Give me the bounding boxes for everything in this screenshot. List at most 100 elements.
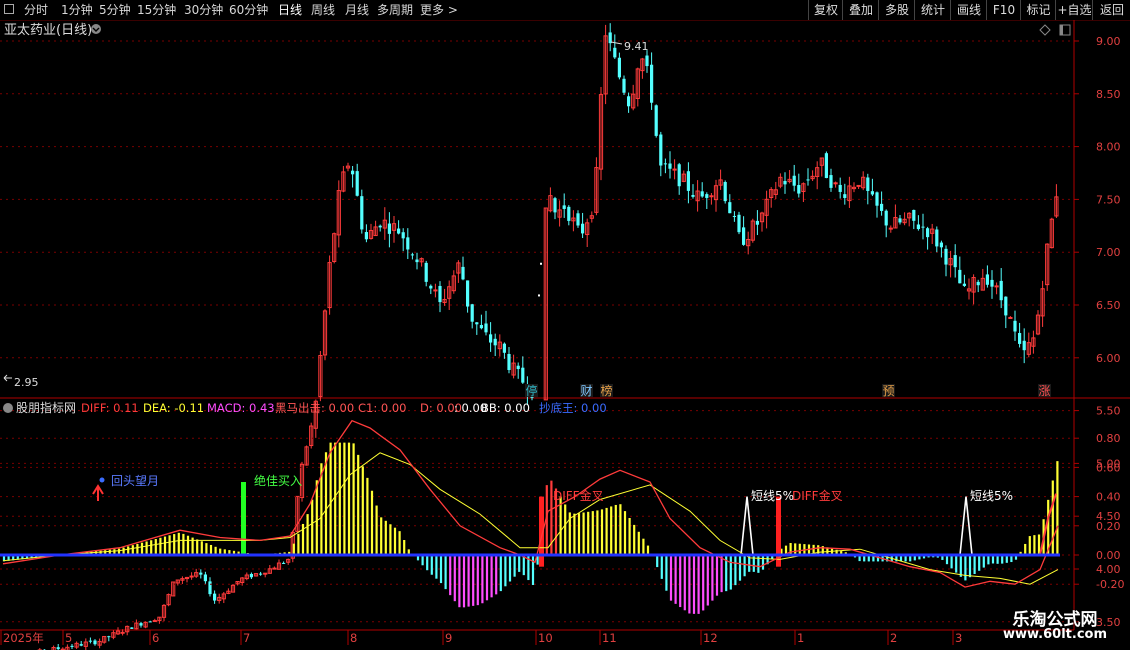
high-arrow-icon [610, 41, 623, 45]
title-dropdown-icon[interactable] [91, 24, 101, 34]
candle-body-down [613, 47, 617, 58]
candle-body-down [489, 334, 493, 343]
candle-body-down [401, 232, 405, 239]
period-tab-1[interactable]: 1分钟 [61, 0, 93, 20]
candle-body-up [672, 168, 677, 171]
toolbar-button-2[interactable]: 多股 [878, 0, 915, 20]
period-tab-10[interactable]: 更多 > [420, 0, 458, 20]
indicator-tick-label: 0.00 [1096, 549, 1121, 562]
candle-body-up [888, 227, 893, 230]
candle-body-down [521, 367, 525, 383]
period-tab-0[interactable]: 分时 [24, 0, 48, 20]
candle-body-down [406, 237, 410, 250]
indicator-tick-label: 0.80 [1096, 432, 1121, 445]
indicator-legend-item-7: BB: 0.00 [481, 401, 530, 415]
candle-body-down [742, 227, 746, 245]
candle-body-down [617, 57, 621, 78]
candle-body-down [870, 191, 874, 195]
candle-body-down [732, 215, 736, 217]
candle-body-down [650, 64, 654, 103]
candle-body-down [79, 644, 83, 646]
toolbar-button-4[interactable]: 画线 [950, 0, 987, 20]
candle-body-down [953, 255, 957, 268]
candle-body-up [263, 572, 268, 575]
date-label-6: 10 [538, 631, 553, 645]
toolbar-button-0[interactable]: 复权 [808, 0, 843, 20]
toolbar-button-6[interactable]: 标记 [1020, 0, 1056, 20]
period-tab-6[interactable]: 日线 [278, 0, 302, 20]
candle-body-down [944, 248, 948, 265]
settings-diamond-icon[interactable] [1039, 24, 1051, 36]
period-tab-4[interactable]: 30分钟 [184, 0, 223, 20]
toolbar-button-1[interactable]: 叠加 [842, 0, 879, 20]
kline-chart: 亚太药业(日线) 9.00 8.50 8.00 7.50 7.00 6.50 6.00 5.5… [0, 20, 1130, 650]
candle-body-down [507, 353, 511, 370]
candle-body-down [645, 55, 649, 67]
candle-body-down [884, 210, 888, 226]
price-tick-label: 6.00 [1096, 352, 1121, 365]
period-tab-5[interactable]: 60分钟 [229, 0, 268, 20]
event-tags: 停 财榜 预 涨 [525, 383, 1051, 398]
candle-body-down [56, 647, 60, 650]
candle-body-down [806, 179, 810, 181]
indicator-legend-item-8: 抄底王: 0.00 [539, 401, 607, 415]
candle-body-down [130, 627, 134, 629]
period-tab-3[interactable]: 15分钟 [137, 0, 176, 20]
candle-body-up [433, 289, 438, 292]
toolbar-button-8[interactable]: 返回 [1092, 0, 1130, 20]
candle-body-down [148, 621, 152, 623]
candle-body-up [1008, 316, 1013, 319]
layout-toggle-icon[interactable] [4, 4, 14, 14]
candle-body-down [199, 572, 203, 575]
dea-line [2, 452, 1059, 585]
date-label-10: 2 [890, 631, 897, 645]
candle-body-down [985, 274, 989, 285]
date-label-3: 7 [243, 631, 250, 645]
price-tick-label: 4.00 [1096, 563, 1121, 576]
indicator-settings-icon[interactable] [3, 403, 13, 413]
candle-body-down [553, 198, 557, 213]
candle-body-down [397, 228, 401, 234]
candle-body-down [838, 184, 842, 192]
toolbar-button-5[interactable]: F10 [986, 0, 1021, 20]
candle-body-down [916, 224, 920, 230]
candle-body-down [502, 343, 506, 353]
indicator-tick-label: 0.40 [1096, 491, 1121, 504]
candle-body-down [921, 226, 925, 228]
candle-body-down [829, 175, 833, 188]
candle-body-down [866, 177, 870, 191]
period-tab-2[interactable]: 5分钟 [99, 0, 131, 20]
low-arrow-icon [3, 374, 12, 382]
date-axis: 2025年 5 6 7 8 9 10 11 12 1 2 3 [0, 630, 962, 645]
indicator-tick-label: 0.20 [1096, 520, 1121, 533]
macd-histogram [2, 442, 1059, 614]
date-label-1: 5 [65, 631, 72, 645]
period-tab-8[interactable]: 月线 [345, 0, 369, 20]
candle-body-down [88, 640, 92, 642]
candle-body-down [705, 194, 709, 198]
period-tab-7[interactable]: 周线 [311, 0, 335, 20]
suspension-dot [540, 262, 542, 265]
candle-body-down [723, 182, 727, 202]
date-label-0: 2025年 [3, 631, 44, 645]
event-tag-3: 预 [883, 384, 895, 398]
date-label-5: 9 [445, 631, 452, 645]
best-buy-label: 绝佳买入 [254, 473, 302, 488]
candle-body-down [259, 573, 263, 575]
candle-body-down [912, 209, 916, 221]
candle-body-down [677, 164, 681, 187]
candle-body-down [93, 640, 97, 645]
period-tab-9[interactable]: 多周期 [377, 0, 413, 20]
candle-body-down [438, 285, 442, 303]
short5-label: 短线5% [751, 489, 794, 503]
candle-body-down [880, 203, 884, 211]
date-label-9: 1 [797, 631, 804, 645]
toolbar-button-7[interactable]: +自选 [1055, 0, 1093, 20]
watermark: 乐淘公式网 www.60lt.com [990, 605, 1130, 650]
candle-body-down [1018, 333, 1022, 344]
maximize-icon-bar [1060, 25, 1063, 35]
candle-body-down [976, 281, 980, 286]
price-tick-label: 6.50 [1096, 299, 1121, 312]
toolbar-button-3[interactable]: 统计 [914, 0, 951, 20]
candle-body-down [466, 280, 470, 307]
